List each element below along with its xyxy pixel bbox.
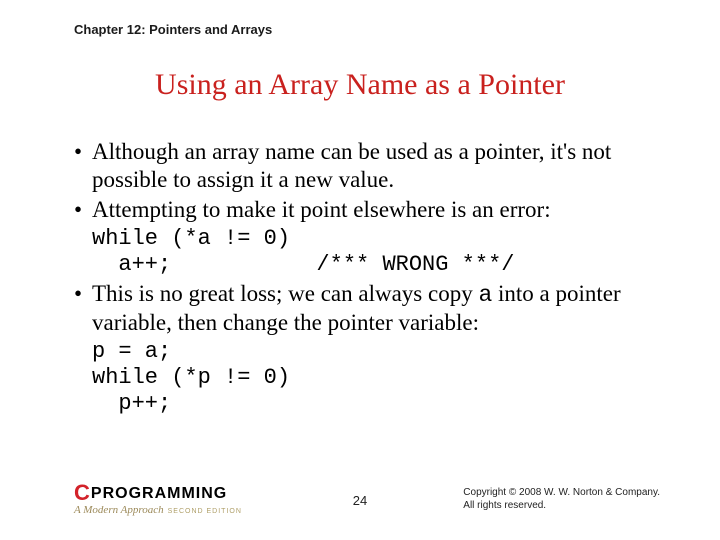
footer: CPROGRAMMING A Modern ApproachSECOND EDI… [0,472,720,522]
inline-code-a: a [478,282,492,308]
copyright-line-1: Copyright © 2008 W. W. Norton & Company. [463,487,660,500]
bullet-item: Attempting to make it point elsewhere is… [74,196,660,224]
bullet-text-pre: This is no great loss; we can always cop… [92,281,478,306]
code-block-wrong: while (*a != 0) a++; /*** WRONG ***/ [92,226,660,278]
slide-title: Using an Array Name as a Pointer [0,68,720,102]
chapter-label: Chapter 12: Pointers and Arrays [74,22,272,37]
code-block-correct: p = a; while (*p != 0) p++; [92,339,660,417]
logo-edition: SECOND EDITION [168,508,242,515]
bullet-item: Although an array name can be used as a … [74,138,660,194]
copyright-line-2: All rights reserved. [463,500,660,513]
slide-body: Although an array name can be used as a … [74,138,660,419]
bullet-item: This is no great loss; we can always cop… [74,280,660,337]
copyright: Copyright © 2008 W. W. Norton & Company.… [463,487,660,512]
slide: Chapter 12: Pointers and Arrays Using an… [0,0,720,540]
